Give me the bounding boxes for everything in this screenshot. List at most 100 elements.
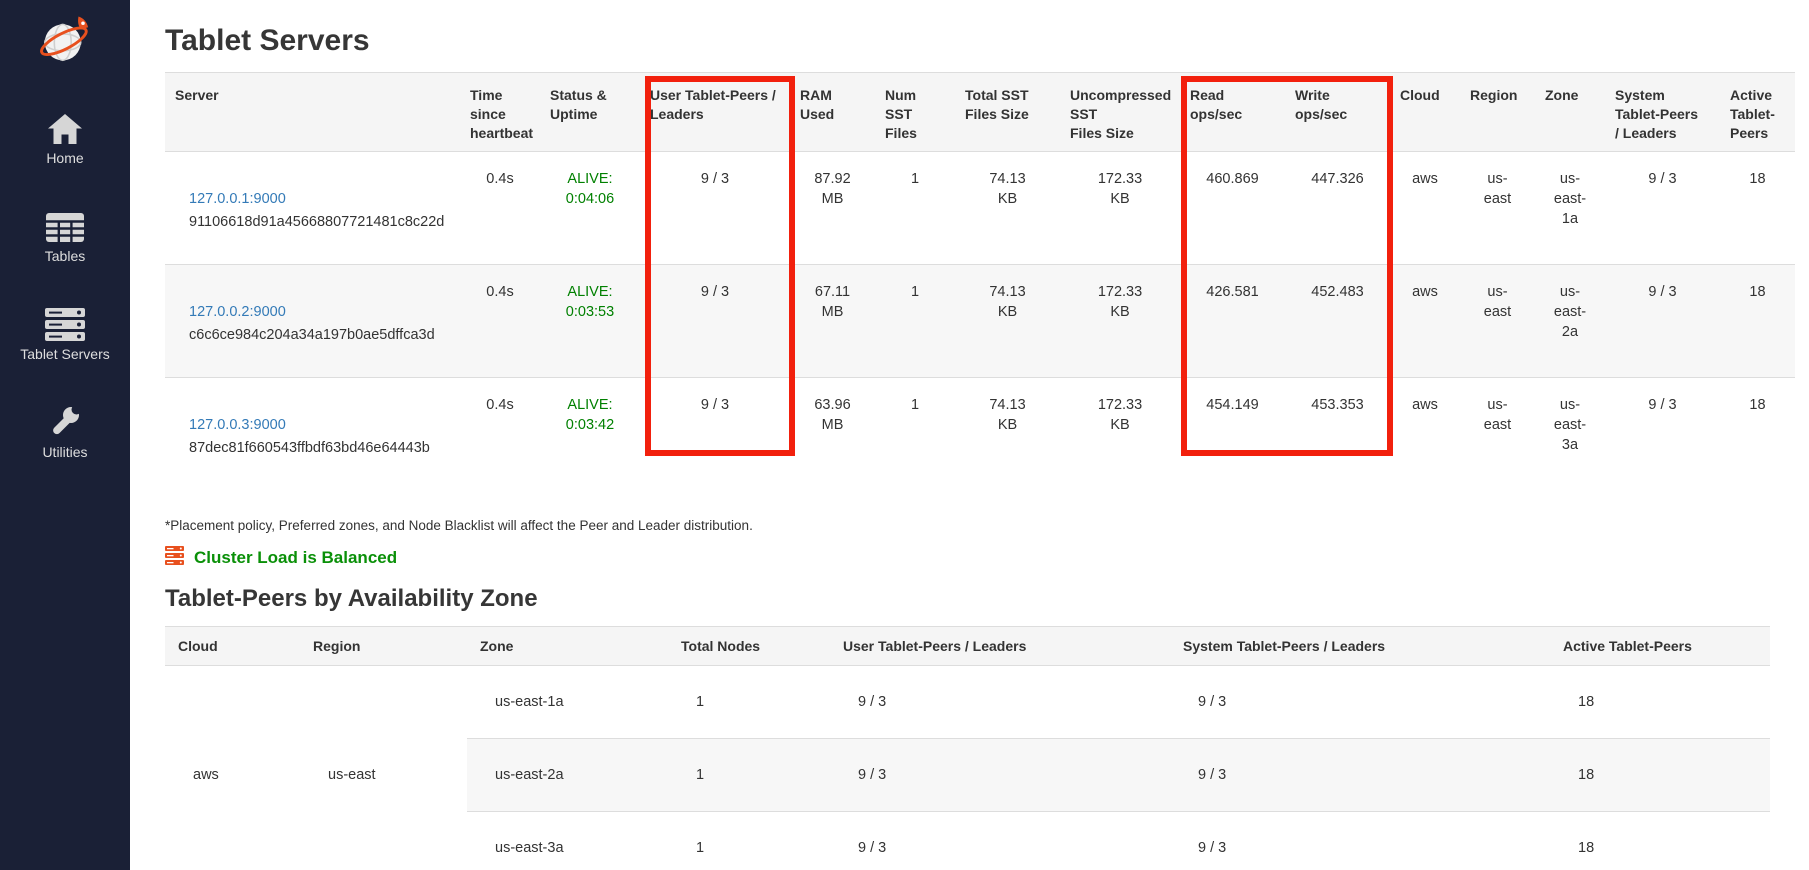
active-peers-cell: 18 [1550, 666, 1770, 739]
cluster-status-text: Cluster Load is Balanced [194, 548, 397, 568]
column-header-user-peers: User Tablet-Peers / Leaders [640, 73, 790, 152]
system-peers-cell: 9 / 3 [1170, 666, 1550, 739]
sst-uncompressed-cell: 172.33 KB [1060, 264, 1180, 377]
active-peers-cell: 18 [1720, 377, 1795, 490]
main-content: Tablet Servers Server Time since heartbe… [130, 0, 1809, 870]
zone-cell: us-east-2a [467, 739, 668, 812]
active-peers-cell: 18 [1720, 264, 1795, 377]
header-row: Cloud Region Zone Total Nodes User Table… [165, 627, 1770, 666]
yugabyte-logo[interactable] [38, 12, 92, 66]
region-cell: us-east [300, 666, 467, 870]
tablet-servers-icon [45, 308, 85, 341]
tables-icon [45, 210, 85, 243]
total-nodes-cell: 1 [668, 666, 830, 739]
system-peers-cell: 9 / 3 [1605, 377, 1720, 490]
az-table-header: Cloud Region Zone Total Nodes User Table… [165, 627, 1770, 666]
app-root: Home Tables [0, 0, 1809, 870]
column-header-ram: RAM Used [790, 73, 875, 152]
sst-size-cell: 74.13 KB [955, 151, 1060, 264]
server-uuid: c6c6ce984c204a34a197b0ae5dffca3d [189, 325, 452, 345]
zone-cell: us-east-1a [467, 666, 668, 739]
servers-table-header: Server Time since heartbeat Status & Upt… [165, 73, 1795, 152]
heartbeat-cell: 0.4s [460, 377, 540, 490]
column-header-system-peers: System Tablet-Peers / Leaders [1170, 627, 1550, 666]
region-cell: us- east [1460, 264, 1535, 377]
active-peers-cell: 18 [1550, 739, 1770, 812]
zone-cell: us- east- 1a [1535, 151, 1605, 264]
sidebar-item-label: Home [46, 150, 83, 166]
user-peers-cell: 9 / 3 [830, 666, 1170, 739]
column-header-zone: Zone [467, 627, 668, 666]
column-header-region: Region [1460, 73, 1535, 152]
column-header-cloud: Cloud [165, 627, 300, 666]
az-section-title: Tablet-Peers by Availability Zone [165, 585, 1809, 613]
cluster-load-icon [165, 546, 185, 570]
ram-cell: 87.92 MB [790, 151, 875, 264]
status-cell: ALIVE: 0:03:53 [540, 264, 640, 377]
sidebar-item-label: Tablet Servers [20, 346, 109, 362]
total-nodes-cell: 1 [668, 812, 830, 870]
system-peers-cell: 9 / 3 [1170, 812, 1550, 870]
server-row: 127.0.0.2:9000 c6c6ce984c204a34a197b0ae5… [165, 264, 1795, 377]
az-table: Cloud Region Zone Total Nodes User Table… [165, 626, 1770, 870]
sidebar-item-home[interactable]: Home [0, 112, 130, 166]
sidebar-item-tables[interactable]: Tables [0, 210, 130, 264]
sst-size-cell: 74.13 KB [955, 264, 1060, 377]
column-header-heartbeat: Time since heartbeat [460, 73, 540, 152]
cloud-cell: aws [1390, 264, 1460, 377]
column-header-num-sst: Num SST Files [875, 73, 955, 152]
utilities-icon [47, 406, 83, 439]
placement-policy-footnote: *Placement policy, Preferred zones, and … [165, 518, 1809, 533]
ram-cell: 63.96 MB [790, 377, 875, 490]
server-link[interactable]: 127.0.0.3:9000 [189, 417, 286, 433]
az-row: aws us-east us-east-1a 1 9 / 3 9 / 3 18 [165, 666, 1770, 739]
column-header-active-peers: Active Tablet-Peers [1550, 627, 1770, 666]
cloud-cell: aws [1390, 377, 1460, 490]
server-link[interactable]: 127.0.0.1:9000 [189, 191, 286, 207]
heartbeat-cell: 0.4s [460, 264, 540, 377]
write-ops-cell: 452.483 [1285, 264, 1390, 377]
sidebar-item-label: Tables [45, 248, 85, 264]
user-peers-cell: 9 / 3 [830, 812, 1170, 870]
cloud-cell: aws [1390, 151, 1460, 264]
region-cell: us- east [1460, 151, 1535, 264]
server-row: 127.0.0.3:9000 87dec81f660543ffbdf63bd46… [165, 377, 1795, 490]
system-peers-cell: 9 / 3 [1605, 151, 1720, 264]
total-nodes-cell: 1 [668, 739, 830, 812]
write-ops-cell: 453.353 [1285, 377, 1390, 490]
home-icon [47, 112, 83, 145]
num-sst-cell: 1 [875, 151, 955, 264]
read-ops-cell: 426.581 [1180, 264, 1285, 377]
server-link[interactable]: 127.0.0.2:9000 [189, 304, 286, 320]
system-peers-cell: 9 / 3 [1605, 264, 1720, 377]
tablet-servers-table: Server Time since heartbeat Status & Upt… [165, 72, 1795, 490]
column-header-total-nodes: Total Nodes [668, 627, 830, 666]
column-header-sst-uncompressed: Uncompressed SST Files Size [1060, 73, 1180, 152]
column-header-status: Status & Uptime [540, 73, 640, 152]
status-cell: ALIVE: 0:04:06 [540, 151, 640, 264]
user-peers-cell: 9 / 3 [640, 377, 790, 490]
column-header-server: Server [165, 73, 460, 152]
column-header-cloud: Cloud [1390, 73, 1460, 152]
header-row: Server Time since heartbeat Status & Upt… [165, 73, 1795, 152]
active-peers-cell: 18 [1550, 812, 1770, 870]
server-uuid: 87dec81f660543ffbdf63bd46e64443b [189, 438, 452, 458]
sidebar-item-utilities[interactable]: Utilities [0, 406, 130, 460]
sidebar-item-tablet-servers[interactable]: Tablet Servers [0, 308, 130, 362]
server-cell: 127.0.0.1:9000 91106618d91a4566880772148… [165, 151, 460, 264]
column-header-write-ops: Write ops/sec [1285, 73, 1390, 152]
cluster-load-status: Cluster Load is Balanced [165, 546, 1809, 570]
active-peers-cell: 18 [1720, 151, 1795, 264]
region-cell: us- east [1460, 377, 1535, 490]
zone-cell: us- east- 3a [1535, 377, 1605, 490]
server-cell: 127.0.0.3:9000 87dec81f660543ffbdf63bd46… [165, 377, 460, 490]
column-header-zone: Zone [1535, 73, 1605, 152]
column-header-system-peers: System Tablet-Peers / Leaders [1605, 73, 1720, 152]
ram-cell: 67.11 MB [790, 264, 875, 377]
page-title: Tablet Servers [165, 24, 1809, 58]
sidebar: Home Tables [0, 0, 130, 870]
zone-cell: us- east- 2a [1535, 264, 1605, 377]
write-ops-cell: 447.326 [1285, 151, 1390, 264]
sidebar-nav: Home Tables [0, 112, 130, 460]
column-header-user-peers: User Tablet-Peers / Leaders [830, 627, 1170, 666]
